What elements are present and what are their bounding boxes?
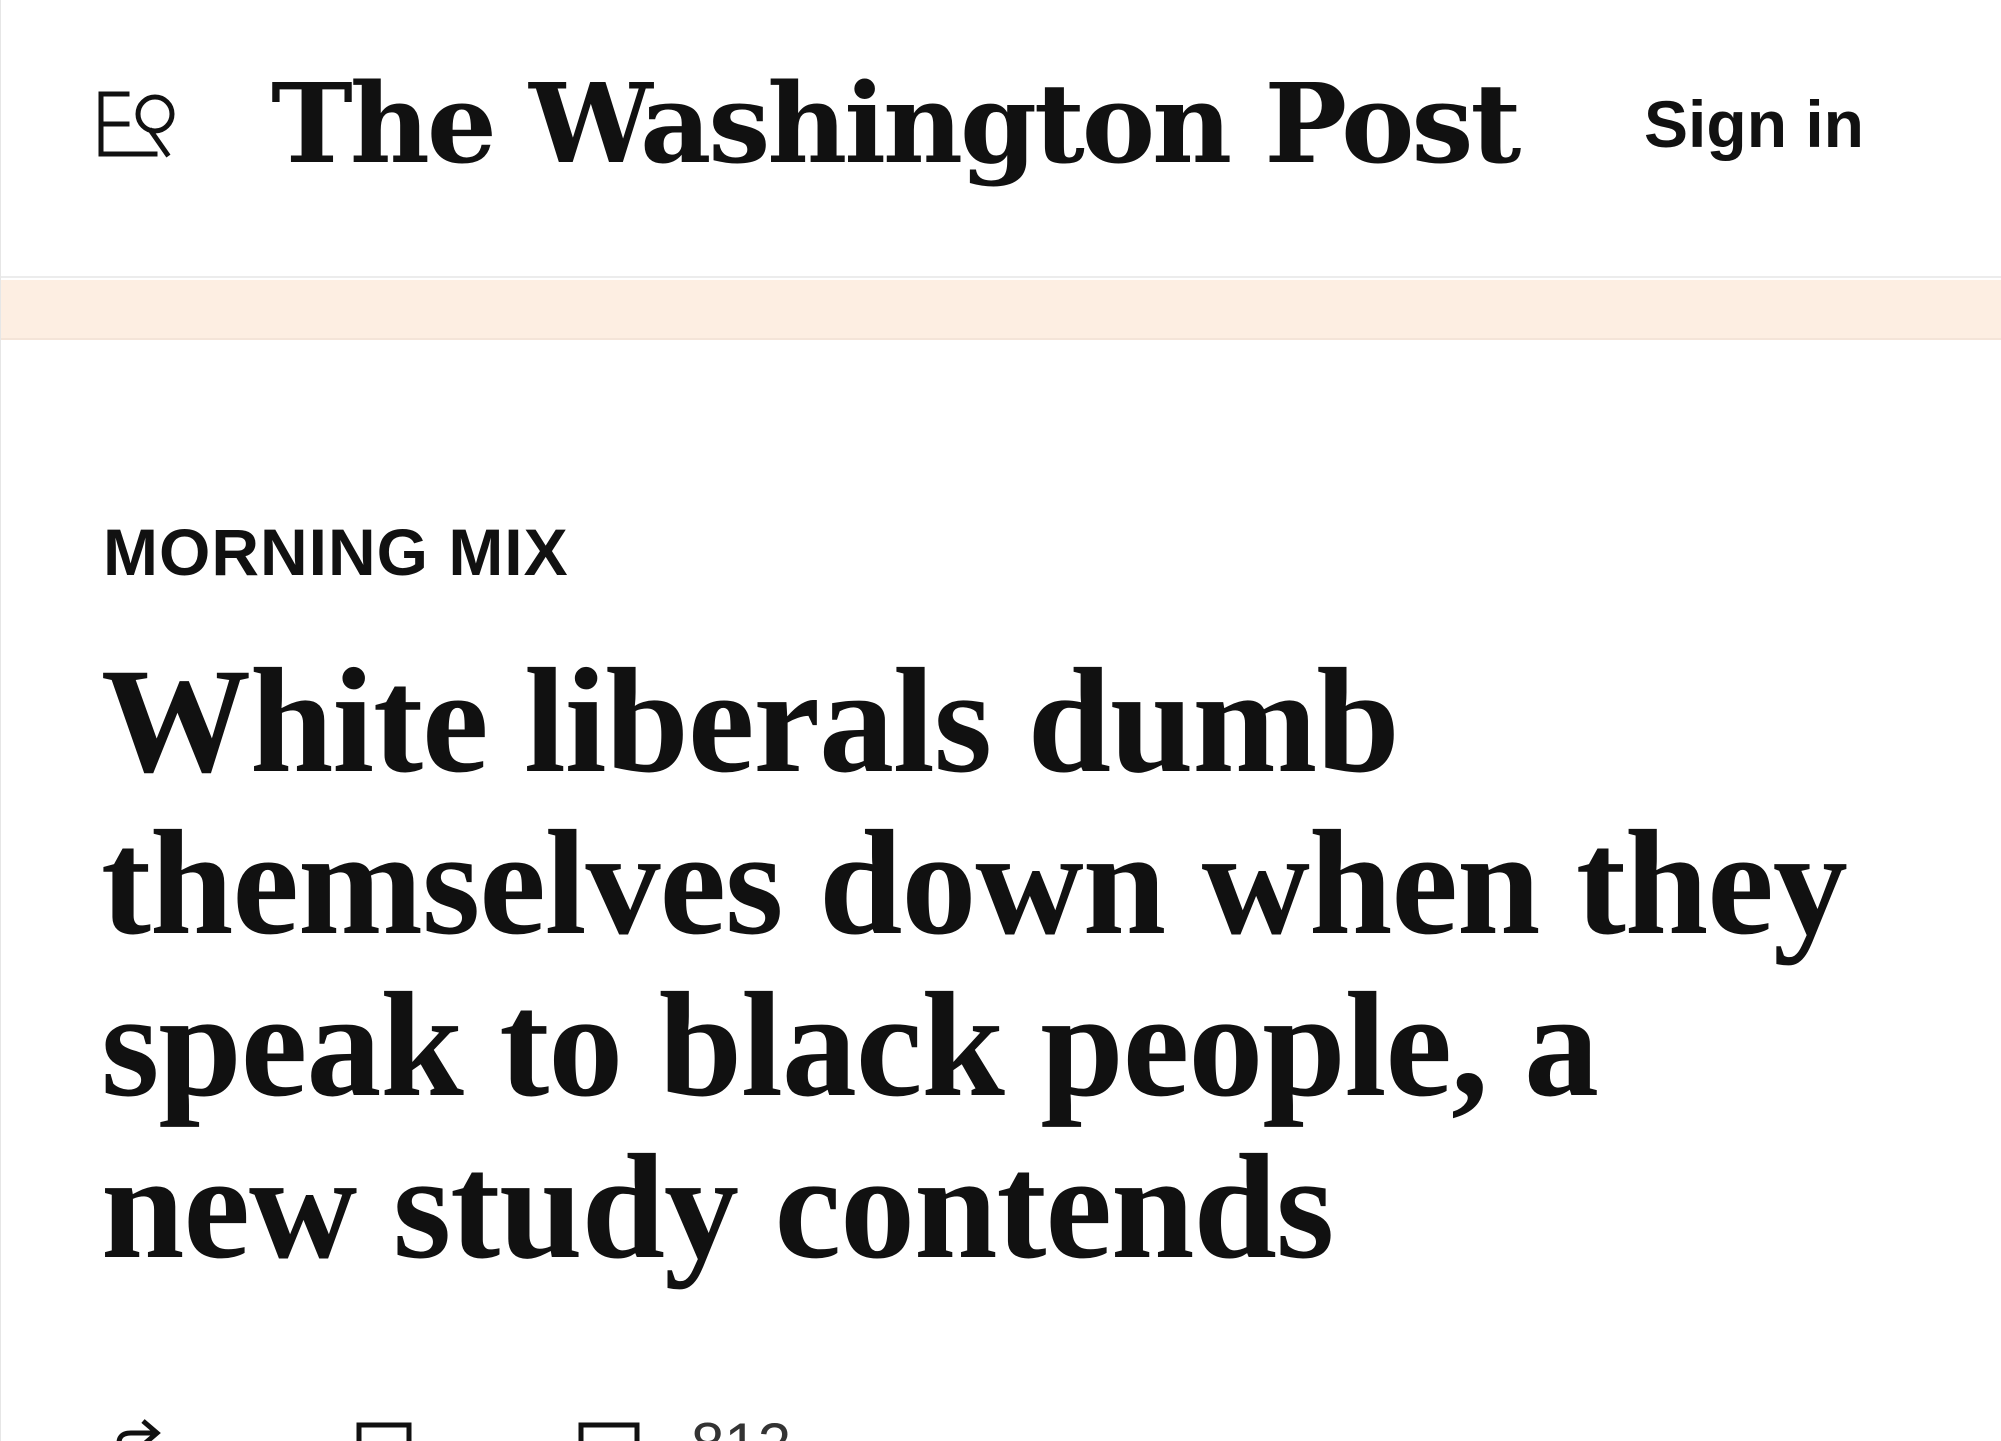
comments-button[interactable] <box>571 1405 671 1441</box>
bookmark-button[interactable] <box>349 1405 419 1441</box>
article-page: The Washington Post Sign in MORNING MIX … <box>0 0 2001 1441</box>
article-headline: White liberals dumb themselves down when… <box>101 638 1848 1290</box>
bookmark-icon <box>356 1422 412 1441</box>
share-button[interactable] <box>101 1405 181 1441</box>
comment-count[interactable]: 812 <box>691 1405 791 1441</box>
share-toolbar: 812 <box>101 1405 1001 1441</box>
sign-in-button[interactable]: Sign in <box>1644 84 1864 164</box>
brand-logo[interactable]: The Washington Post <box>271 54 1521 194</box>
share-icon <box>116 1419 161 1441</box>
top-navigation-bar: The Washington Post Sign in <box>1 0 2001 278</box>
comment-icon <box>578 1422 640 1441</box>
section-kicker[interactable]: MORNING MIX <box>103 512 569 592</box>
menu-search-icon <box>98 91 175 158</box>
promo-strip <box>1 280 2001 340</box>
menu-search-button[interactable] <box>97 84 181 164</box>
